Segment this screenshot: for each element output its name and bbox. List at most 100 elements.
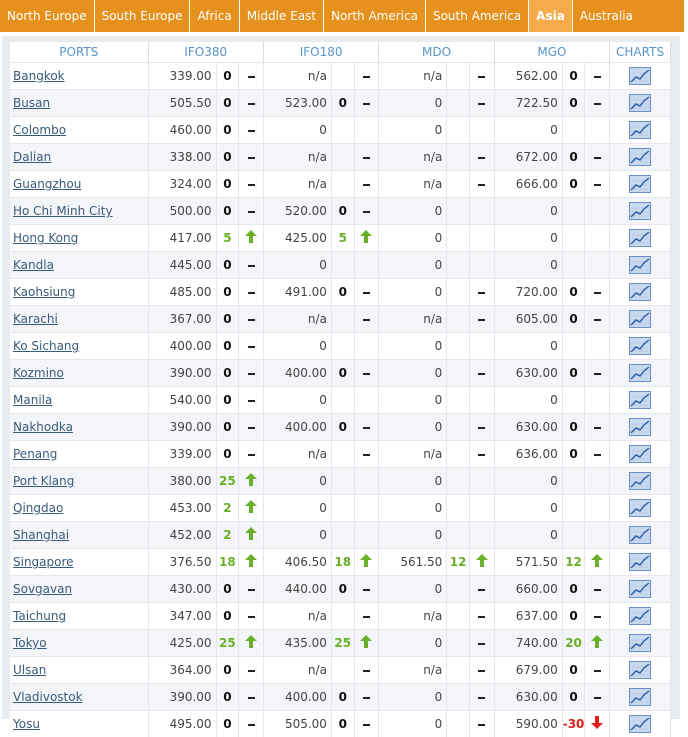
dash-icon <box>363 724 370 726</box>
line-chart-icon[interactable] <box>629 715 651 733</box>
chart-cell <box>610 144 671 171</box>
ifo380-trend <box>239 90 264 117</box>
ifo380-price: 430.00 <box>148 576 216 603</box>
line-chart-icon[interactable] <box>629 67 651 85</box>
dash-icon <box>363 76 370 78</box>
mdo-trend <box>469 63 494 90</box>
dash-icon <box>363 103 370 105</box>
ifo380-trend <box>239 684 264 711</box>
ifo380-price: 339.00 <box>148 441 216 468</box>
ifo180-price: n/a <box>263 63 331 90</box>
port-link[interactable]: Sovgavan <box>13 582 72 596</box>
line-chart-icon[interactable] <box>629 445 651 463</box>
line-chart-icon[interactable] <box>629 472 651 490</box>
line-chart-icon[interactable] <box>629 607 651 625</box>
line-chart-icon[interactable] <box>629 148 651 166</box>
port-link[interactable]: Bangkok <box>13 69 65 83</box>
line-chart-icon[interactable] <box>629 229 651 247</box>
tab-south-europe[interactable]: South Europe <box>95 0 191 32</box>
port-link[interactable]: Kozmino <box>13 366 64 380</box>
port-link[interactable]: Guangzhou <box>13 177 81 191</box>
port-link[interactable]: Manila <box>13 393 52 407</box>
arrow-up-icon <box>360 637 372 651</box>
dash-icon <box>594 292 601 294</box>
ifo180-change: 0 <box>331 414 354 441</box>
line-chart-icon[interactable] <box>629 202 651 220</box>
line-chart-icon[interactable] <box>629 634 651 652</box>
line-chart-icon[interactable] <box>629 337 651 355</box>
ifo380-price: 500.00 <box>148 198 216 225</box>
mdo-change <box>447 576 470 603</box>
ifo180-trend <box>354 198 379 225</box>
dash-icon <box>248 346 255 348</box>
port-link[interactable]: Shanghai <box>13 528 69 542</box>
tab-middle-east[interactable]: Middle East <box>240 0 324 32</box>
line-chart-icon[interactable] <box>629 526 651 544</box>
mdo-trend <box>469 387 494 414</box>
line-chart-icon[interactable] <box>629 94 651 112</box>
ifo380-trend <box>239 198 264 225</box>
line-chart-icon[interactable] <box>629 175 651 193</box>
mgo-trend <box>585 468 610 495</box>
ifo380-price: 400.00 <box>148 333 216 360</box>
arrow-up-icon <box>245 529 257 543</box>
tab-australia[interactable]: Australia <box>573 0 640 32</box>
line-chart-icon[interactable] <box>629 418 651 436</box>
line-chart-icon[interactable] <box>629 553 651 571</box>
mgo-change <box>562 198 585 225</box>
port-link[interactable]: Hong Kong <box>13 231 78 245</box>
mgo-change: 0 <box>562 63 585 90</box>
tab-asia[interactable]: Asia <box>529 0 573 32</box>
tab-south-america[interactable]: South America <box>426 0 529 32</box>
mgo-price: 630.00 <box>494 414 562 441</box>
port-link[interactable]: Kaohsiung <box>13 285 75 299</box>
table-row: Colombo460.000000 <box>10 117 671 144</box>
line-chart-icon[interactable] <box>629 688 651 706</box>
port-link[interactable]: Port Klang <box>13 474 74 488</box>
line-chart-icon[interactable] <box>629 499 651 517</box>
tab-north-america[interactable]: North America <box>324 0 426 32</box>
port-link[interactable]: Karachi <box>13 312 58 326</box>
dash-icon <box>594 319 601 321</box>
port-link[interactable]: Ho Chi Minh City <box>13 204 113 218</box>
tab-north-europe[interactable]: North Europe <box>0 0 95 32</box>
line-chart-icon[interactable] <box>629 283 651 301</box>
tab-africa[interactable]: Africa <box>190 0 239 32</box>
line-chart-icon[interactable] <box>629 364 651 382</box>
dash-icon <box>594 697 601 699</box>
ifo180-change: 0 <box>331 279 354 306</box>
port-cell: Singapore <box>10 549 148 576</box>
line-chart-icon[interactable] <box>629 391 651 409</box>
port-link[interactable]: Ko Sichang <box>13 339 79 353</box>
arrow-up-icon <box>245 637 257 651</box>
line-chart-icon[interactable] <box>629 256 651 274</box>
line-chart-icon[interactable] <box>629 121 651 139</box>
port-link[interactable]: Qingdao <box>13 501 63 515</box>
port-link[interactable]: Busan <box>13 96 50 110</box>
arrow-up-icon <box>245 556 257 570</box>
line-chart-icon[interactable] <box>629 310 651 328</box>
port-link[interactable]: Singapore <box>13 555 74 569</box>
port-link[interactable]: Kandla <box>13 258 54 272</box>
mgo-trend <box>585 252 610 279</box>
table-row: Ko Sichang400.000000 <box>10 333 671 360</box>
port-link[interactable]: Colombo <box>13 123 66 137</box>
port-link[interactable]: Ulsan <box>13 663 46 677</box>
mgo-trend <box>585 90 610 117</box>
port-link[interactable]: Dalian <box>13 150 51 164</box>
port-link[interactable]: Tokyo <box>13 636 47 650</box>
line-chart-icon[interactable] <box>629 661 651 679</box>
port-link[interactable]: Vladivostok <box>13 690 83 704</box>
port-link[interactable]: Taichung <box>13 609 66 623</box>
table-row: Singapore376.5018406.5018561.5012571.501… <box>10 549 671 576</box>
port-link[interactable]: Yosu <box>13 717 40 731</box>
mgo-trend <box>585 495 610 522</box>
mdo-price: n/a <box>379 657 447 684</box>
line-chart-icon[interactable] <box>629 580 651 598</box>
port-link[interactable]: Nakhodka <box>13 420 73 434</box>
port-link[interactable]: Penang <box>13 447 57 461</box>
chart-cell <box>610 711 671 737</box>
ifo380-price: 364.00 <box>148 657 216 684</box>
ifo180-trend <box>354 414 379 441</box>
table-row: Dalian338.000n/an/a672.000 <box>10 144 671 171</box>
